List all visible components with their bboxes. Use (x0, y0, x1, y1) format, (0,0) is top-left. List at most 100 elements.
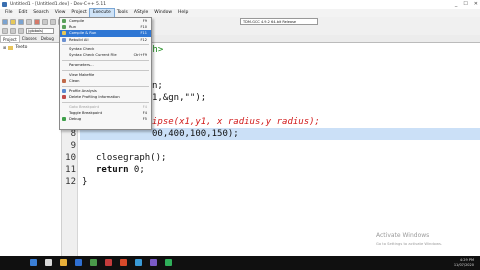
menu-item-parameters[interactable]: Parameters... (60, 62, 151, 68)
compile-run-icon (62, 31, 66, 36)
activate-windows-watermark: Activate Windows Go to Settings to activ… (376, 232, 442, 248)
menu-help[interactable]: Help (175, 9, 191, 17)
minimize-button[interactable]: _ (455, 1, 458, 7)
store-icon[interactable] (90, 259, 97, 266)
watermark-subtitle: Go to Settings to activate Windows. (376, 242, 443, 246)
shortcut-label: F5 (142, 116, 147, 121)
menu-item-debug[interactable]: Debug F5 (60, 116, 151, 122)
menu-item-label: Toggle Breakpoint (69, 110, 103, 115)
menu-item-rebuild-all[interactable]: Rebuild All F12 (60, 37, 151, 43)
menu-astyle[interactable]: AStyle (131, 9, 151, 17)
clock-date: 11/07/2020 (453, 263, 474, 267)
menu-separator (62, 101, 149, 103)
menu-item-delete-profiling[interactable]: Delete Profiling Information (60, 94, 151, 100)
maximize-button[interactable]: ☐ (463, 1, 467, 7)
line-number: 12 (65, 177, 76, 187)
project-sidebar: Project Classes Debug ⊞ Teeto (0, 35, 62, 256)
menu-item-label: Syntax Check (69, 47, 95, 52)
tab-classes[interactable]: Classes (20, 35, 39, 42)
devcpp-taskbar-icon[interactable] (135, 259, 142, 266)
print-icon[interactable] (42, 18, 48, 25)
bookmark-icon[interactable] (10, 27, 16, 34)
code-ellipse-call: ipse(x1,y1, x radius,y radius); (152, 117, 320, 127)
code-line: } (80, 176, 480, 188)
code-line: closegraph(); (80, 152, 480, 164)
menu-window[interactable]: Window (151, 9, 175, 17)
sidebar-tabs: Project Classes Debug (0, 35, 61, 43)
app-icon (2, 2, 7, 7)
menu-file[interactable]: File (2, 9, 16, 17)
start-icon[interactable] (30, 259, 37, 266)
project-name: Teeto (15, 45, 28, 50)
close-file-icon[interactable] (34, 18, 40, 25)
line-number: 9 (70, 141, 76, 151)
execute-menu: Compile F9 Run F10 Compile & Run F11 Rebuil… (59, 17, 152, 130)
system-tray: 4:29 PM 11/07/2020 (454, 258, 474, 268)
run-icon (62, 25, 66, 30)
code-text: 1,&gn,""); (152, 93, 207, 103)
code-text: n; (152, 81, 163, 91)
shortcut-label: F12 (140, 37, 147, 42)
menu-separator (62, 60, 149, 61)
edge-icon[interactable] (75, 259, 82, 266)
compiler-select[interactable]: TDM-GCC 4.9.2 64-bit Release (240, 18, 318, 25)
project-tree-item[interactable]: ⊞ Teeto (0, 43, 61, 52)
menu-execute[interactable]: Execute (88, 8, 115, 18)
debug-check-icon (62, 117, 66, 122)
new-file-icon[interactable] (2, 18, 8, 25)
globals-select[interactable]: (globals) (26, 27, 54, 34)
menu-item-label: Profile Analysis (69, 88, 97, 93)
menu-bar: File Edit Search View Project Execute To… (0, 8, 480, 18)
close-button[interactable]: ✕ (474, 1, 478, 7)
save-icon[interactable] (18, 18, 24, 25)
undo-icon[interactable] (50, 18, 56, 25)
menu-separator (62, 85, 149, 87)
menu-item-label: Goto Breakpoint (69, 104, 100, 109)
window-controls: _ ☐ ✕ (455, 1, 478, 7)
media-icon[interactable] (105, 259, 112, 266)
code-keyword: return (96, 165, 129, 175)
menu-separator (62, 44, 149, 45)
goto-icon[interactable] (18, 27, 24, 34)
taskbar-icons (30, 259, 172, 266)
menu-edit[interactable]: Edit (16, 9, 31, 17)
menu-search[interactable]: Search (30, 9, 51, 17)
search-icon[interactable] (45, 259, 52, 266)
tab-debug[interactable]: Debug (39, 35, 56, 42)
menu-item-syntax-check-current[interactable]: Syntax Check Current File Ctrl+F9 (60, 52, 151, 58)
code-line: return 0; (80, 164, 480, 176)
devcpp-window: Untitled1 - [Untitled1.dev] - Dev-C++ 5.… (0, 0, 480, 270)
menu-item-label: Compile (69, 19, 85, 23)
tab-project[interactable]: Project (0, 35, 20, 42)
menu-project[interactable]: Project (68, 9, 89, 17)
clean-icon (62, 79, 66, 84)
menu-separator (62, 69, 149, 71)
file-explorer-icon[interactable] (60, 259, 67, 266)
menu-view[interactable]: View (52, 9, 69, 17)
title-bar: Untitled1 - [Untitled1.dev] - Dev-C++ 5.… (0, 0, 480, 9)
insert-icon[interactable] (2, 27, 8, 34)
code-text: } (82, 177, 88, 187)
menu-item-label: Parameters... (69, 63, 94, 68)
chrome-icon[interactable] (165, 259, 172, 266)
menu-item-clean[interactable]: Clean (60, 78, 151, 84)
save-all-icon[interactable] (26, 18, 32, 25)
profile-icon (62, 88, 66, 93)
menu-item-label: Syntax Check Current File (69, 53, 117, 58)
menu-item-label: Rebuild All (69, 37, 89, 42)
menu-tools[interactable]: Tools (114, 9, 131, 17)
app-taskbar-icon[interactable] (150, 259, 157, 266)
folder-icon (8, 45, 14, 50)
expand-icon[interactable]: ⊞ (3, 45, 6, 50)
office-icon[interactable] (120, 259, 127, 266)
menu-item-label: Clean (69, 79, 80, 83)
compile-icon (62, 19, 66, 24)
windows-taskbar: 4:29 PM 11/07/2020 (0, 256, 480, 270)
line-number: 11 (65, 165, 76, 175)
shortcut-label: Ctrl+F9 (133, 53, 147, 58)
code-text: 0; (128, 165, 145, 175)
menu-item-label: View Makefile (69, 72, 95, 77)
open-folder-icon[interactable] (10, 18, 16, 25)
line-number: 10 (65, 153, 76, 163)
window-title: Untitled1 - [Untitled1.dev] - Dev-C++ 5.… (10, 2, 107, 7)
